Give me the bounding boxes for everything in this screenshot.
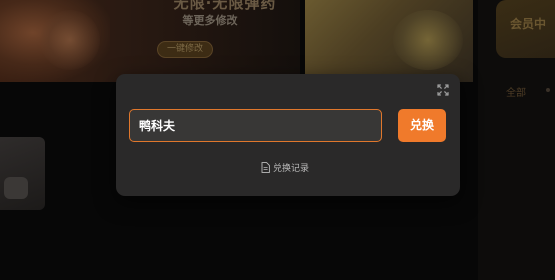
game-banner[interactable] bbox=[305, 0, 473, 82]
redeem-history-link[interactable]: 兑换记录 bbox=[261, 160, 309, 174]
game-banner-art bbox=[393, 10, 463, 70]
banner-cta-button[interactable]: 一键修改 bbox=[157, 41, 213, 58]
document-icon bbox=[261, 161, 270, 173]
redeem-code-input[interactable] bbox=[129, 109, 382, 142]
thumbnail-art bbox=[4, 177, 28, 199]
filter-more-indicator bbox=[546, 88, 550, 92]
close-icon[interactable] bbox=[436, 83, 450, 97]
app-screen: 无限·无限弹药 等更多修改 一键修改 会员中 全部 兑换 兑换记录 bbox=[0, 0, 555, 280]
vip-card-title: 会员中 bbox=[510, 17, 547, 31]
redeem-button[interactable]: 兑换 bbox=[398, 109, 446, 142]
redeem-history-label: 兑换记录 bbox=[273, 163, 310, 174]
banner-subtitle: 等更多修改 bbox=[182, 14, 238, 27]
game-thumbnail[interactable] bbox=[0, 137, 45, 210]
filter-tab-all[interactable]: 全部 bbox=[506, 84, 526, 99]
banner-art-glow bbox=[40, 10, 100, 70]
